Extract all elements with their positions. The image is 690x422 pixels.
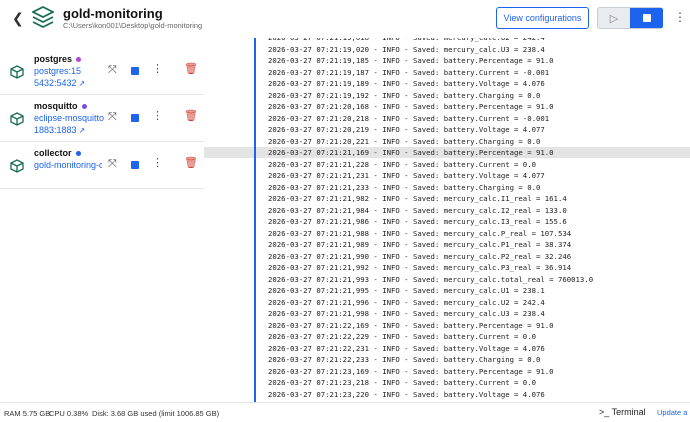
project-path: C:\Users\kon001\Desktop\gold-monitoring xyxy=(63,21,203,30)
log-line: 2026-03-27 07:21:22,231 - INFO - Saved: … xyxy=(268,343,545,353)
log-line: 2026-03-27 07:21:19,020 - INFO - Saved: … xyxy=(268,44,545,54)
service-image-link[interactable]: gold-monitoring-co xyxy=(34,160,102,170)
move-arrows-icon[interactable]: ⤧ xyxy=(108,64,117,77)
play-icon[interactable]: ▷ xyxy=(598,8,630,28)
status-dot xyxy=(81,104,87,110)
log-line: 2026-03-27 07:21:19,018 - INFO - Saved: … xyxy=(268,38,593,44)
status-dot xyxy=(76,57,82,63)
log-line: 2026-03-27 07:21:19,187 - INFO - Saved: … xyxy=(268,67,550,77)
log-line: 2026-03-27 07:21:21,990 - INFO - Saved: … xyxy=(268,251,572,261)
trash-icon[interactable]: 🗑 xyxy=(184,62,198,75)
service-port-link[interactable]: 1883:1883 ↗ xyxy=(34,125,85,135)
log-line: 2026-03-27 07:21:19,189 - INFO - Saved: … xyxy=(268,79,545,88)
log-line: 2026-03-27 07:21:23,218 - INFO - Saved: … xyxy=(268,378,536,387)
stop-icon xyxy=(642,14,651,22)
log-line: 2026-03-27 07:21:21,996 - INFO - Saved: … xyxy=(268,297,545,307)
service-name: collector xyxy=(34,148,81,158)
page-title: gold-monitoring xyxy=(63,6,163,21)
log-line: 2026-03-27 07:21:23,169 - INFO - Saved: … xyxy=(268,366,554,376)
log-line: 2026-03-27 07:21:21,169 - INFO - Saved: … xyxy=(268,148,554,157)
service-port-link[interactable]: 5432:5432 ↗ xyxy=(34,78,85,88)
service-name: mosquitto xyxy=(34,101,87,111)
header: ❮ gold-monitoring C:\Users\kon001\Deskto… xyxy=(0,0,690,38)
trash-icon[interactable]: 🗑 xyxy=(184,156,198,169)
more-vertical-icon[interactable]: ⋮ xyxy=(152,109,163,122)
log-line: 2026-03-27 07:21:21,993 - INFO - Saved: … xyxy=(268,274,594,284)
stop-button[interactable] xyxy=(630,8,663,28)
services-panel: postgres postgres:15 5432:5432 ↗ ⤧ ⋮ 🗑 mo… xyxy=(0,38,204,402)
log-left-border xyxy=(254,38,256,402)
terminal-icon: >_ xyxy=(599,407,610,417)
terminal-button[interactable]: >_ Terminal xyxy=(599,407,646,417)
container-cube-icon xyxy=(10,65,24,79)
service-row-postgres[interactable]: postgres postgres:15 5432:5432 ↗ ⤧ ⋮ 🗑 xyxy=(0,48,204,94)
trash-icon[interactable]: 🗑 xyxy=(184,109,198,122)
external-link-icon: ↗ xyxy=(78,126,86,135)
divider xyxy=(0,188,204,189)
log-line: 2026-03-27 07:21:20,221 - INFO - Saved: … xyxy=(268,136,541,146)
log-line: 2026-03-27 07:21:23,220 - INFO - Saved: … xyxy=(268,389,545,399)
service-image-link[interactable]: postgres:15 xyxy=(34,66,104,76)
container-cube-icon xyxy=(10,159,24,173)
log-line: 2026-03-27 07:21:20,219 - INFO - Saved: … xyxy=(268,125,545,134)
stop-service-button[interactable] xyxy=(131,161,139,169)
cpu-usage: CPU 0.38% xyxy=(49,409,89,418)
log-line: 2026-03-27 07:21:21,231 - INFO - Saved: … xyxy=(268,171,545,180)
more-vertical-icon[interactable]: ⋮ xyxy=(152,62,163,75)
log-line: 2026-03-27 07:21:22,229 - INFO - Saved: … xyxy=(268,332,536,341)
log-line: 2026-03-27 07:21:21,228 - INFO - Saved: … xyxy=(268,159,536,169)
log-line: 2026-03-27 07:21:21,988 - INFO - Saved: … xyxy=(268,228,572,238)
log-line: 2026-03-27 07:21:21,992 - INFO - Saved: … xyxy=(268,263,572,272)
stop-service-button[interactable] xyxy=(131,67,139,75)
view-configurations-button[interactable]: View configurations xyxy=(496,7,589,29)
log-lines: 2026-03-27 07:21:19,018 - INFO - Saved: … xyxy=(268,38,593,400)
stop-service-button[interactable] xyxy=(131,114,139,122)
more-vertical-icon[interactable]: ⋮ xyxy=(152,156,163,169)
move-arrows-icon[interactable]: ⤧ xyxy=(108,158,117,171)
move-arrows-icon[interactable]: ⤧ xyxy=(108,111,117,124)
disk-usage: Disk: 3.68 GB used (limit 1006.85 GB) xyxy=(92,409,220,418)
external-link-icon: ↗ xyxy=(78,79,86,88)
status-dot xyxy=(75,151,81,157)
update-link[interactable]: Update a xyxy=(657,408,687,417)
service-row-mosquitto[interactable]: mosquitto eclipse-mosquitto 1883:1883 ↗ ⤧… xyxy=(0,95,204,141)
stack-logo-icon xyxy=(32,6,54,29)
log-line: 2026-03-27 07:21:21,986 - INFO - Saved: … xyxy=(268,217,567,226)
more-vertical-icon[interactable]: ⋮ xyxy=(674,10,686,24)
log-output[interactable]: 2026-03-27 07:21:19,018 - INFO - Saved: … xyxy=(204,38,690,402)
log-line: 2026-03-27 07:21:22,233 - INFO - Saved: … xyxy=(268,355,541,364)
log-line: 2026-03-27 07:21:22,169 - INFO - Saved: … xyxy=(268,320,554,330)
log-line: 2026-03-27 07:21:21,233 - INFO - Saved: … xyxy=(268,182,541,192)
ram-usage: RAM 5.75 GB xyxy=(4,409,51,418)
log-line: 2026-03-27 07:21:19,192 - INFO - Saved: … xyxy=(268,90,541,100)
log-line: 2026-03-27 07:21:21,989 - INFO - Saved: … xyxy=(268,240,572,249)
log-line: 2026-03-27 07:21:21,998 - INFO - Saved: … xyxy=(268,309,545,318)
log-line: 2026-03-27 07:21:21,984 - INFO - Saved: … xyxy=(268,205,567,215)
back-arrow-icon[interactable]: ❮ xyxy=(12,10,24,26)
run-control-group: ▷ xyxy=(597,7,663,29)
container-cube-icon xyxy=(10,112,24,126)
log-line: 2026-03-27 07:21:19,185 - INFO - Saved: … xyxy=(268,56,554,65)
service-name: postgres xyxy=(34,54,82,64)
service-row-collector[interactable]: collector gold-monitoring-co ⤧ ⋮ 🗑 xyxy=(0,142,204,188)
log-line: 2026-03-27 07:21:21,995 - INFO - Saved: … xyxy=(268,286,545,295)
log-line: 2026-03-27 07:21:20,218 - INFO - Saved: … xyxy=(268,113,550,123)
status-bar: RAM 5.75 GB CPU 0.38% Disk: 3.68 GB used… xyxy=(0,402,690,422)
log-line: 2026-03-27 07:21:20,168 - INFO - Saved: … xyxy=(268,102,554,111)
log-line: 2026-03-27 07:21:21,982 - INFO - Saved: … xyxy=(268,194,567,203)
service-image-link[interactable]: eclipse-mosquitto xyxy=(34,113,104,123)
